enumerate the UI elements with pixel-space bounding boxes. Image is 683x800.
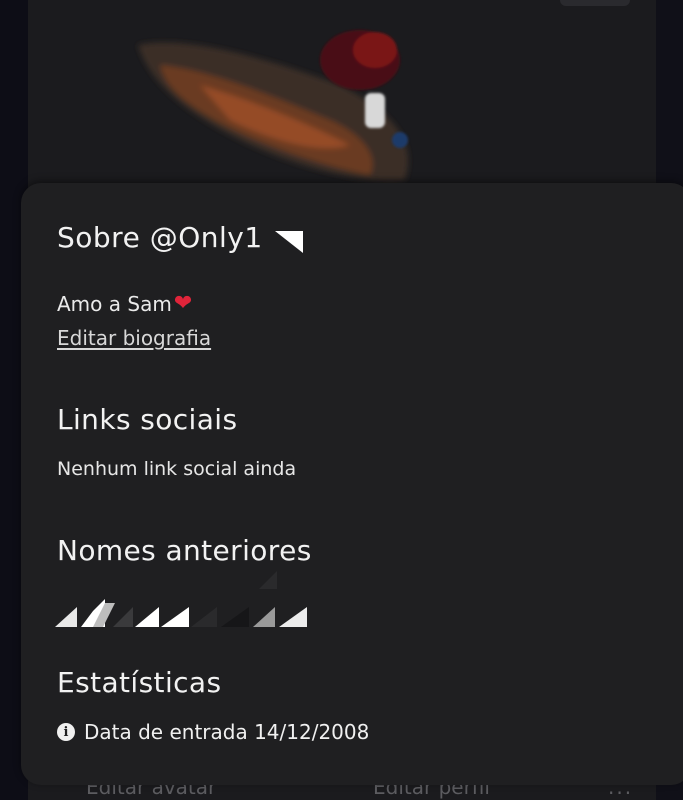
heart-icon: ❤ (173, 291, 193, 316)
profile-screen: Editar avatar Editar perfil ... Sobre @O… (0, 0, 683, 800)
redaction-mark (274, 230, 303, 253)
social-links-heading: Links sociais (57, 403, 238, 436)
about-title: Sobre @Only1 (57, 221, 263, 254)
stats-heading: Estatísticas (57, 666, 222, 699)
bio-text: Amo a Sam (57, 292, 172, 316)
info-icon: i (57, 723, 75, 741)
previous-names-redacted (55, 571, 307, 627)
about-sheet: Sobre @Only1 Amo a Sam ❤ Editar biografi… (21, 183, 683, 785)
join-date-text: Data de entrada 14/12/2008 (84, 720, 370, 744)
social-links-empty-text: Nenhum link social ainda (57, 458, 297, 480)
edit-bio-link[interactable]: Editar biografia (57, 326, 211, 350)
top-handle (560, 0, 630, 6)
bio: Amo a Sam ❤ (57, 292, 192, 316)
join-date-row: i Data de entrada 14/12/2008 (57, 720, 369, 744)
avatar-image (138, 30, 409, 181)
about-title-row: Sobre @Only1 (57, 221, 303, 254)
